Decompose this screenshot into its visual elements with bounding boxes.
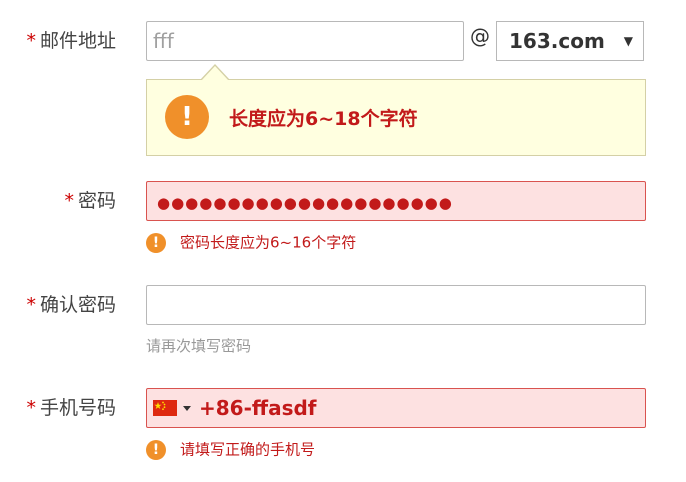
email-domain-select[interactable]: 163.com ▼ xyxy=(496,21,644,61)
phone-field[interactable]: +86-ffasdf xyxy=(146,388,646,428)
password-label: * 密码 xyxy=(64,181,116,221)
phone-error-text: 请填写正确的手机号 xyxy=(180,440,316,459)
required-star: * xyxy=(26,397,36,419)
password-value: ●●●●●●●●●●●●●●●●●●●●● xyxy=(157,194,453,212)
confirm-password-label: * 确认密码 xyxy=(26,285,116,325)
china-flag-icon[interactable] xyxy=(153,400,177,416)
email-tooltip: ! 长度应为6~18个字符 xyxy=(146,79,646,156)
password-label-text: 密码 xyxy=(77,190,116,212)
password-error-text: 密码长度应为6~16个字符 xyxy=(180,233,357,252)
required-star: * xyxy=(26,30,36,52)
phone-value: +86-ffasdf xyxy=(199,396,317,420)
required-star: * xyxy=(64,190,74,212)
email-value: fff xyxy=(153,29,174,53)
required-star: * xyxy=(26,294,36,316)
confirm-password-hint: 请再次填写密码 xyxy=(146,337,252,355)
warning-icon: ! xyxy=(165,95,209,139)
phone-label-text: 手机号码 xyxy=(39,397,116,419)
warning-icon: ! xyxy=(146,232,166,253)
flag-dropdown-icon[interactable] xyxy=(183,406,191,411)
chevron-down-icon: ▼ xyxy=(623,34,633,48)
email-domain-value: 163.com xyxy=(509,29,605,53)
email-field[interactable]: fff xyxy=(146,21,464,61)
email-tooltip-text: 长度应为6~18个字符 xyxy=(229,108,418,130)
password-field[interactable]: ●●●●●●●●●●●●●●●●●●●●● xyxy=(146,181,646,221)
confirm-password-field[interactable] xyxy=(146,285,646,325)
at-sign: @ xyxy=(470,24,490,48)
confirm-password-label-text: 确认密码 xyxy=(39,294,116,316)
tooltip-pointer-fill xyxy=(201,66,229,81)
email-label: * 邮件地址 xyxy=(26,21,116,61)
warning-icon: ! xyxy=(146,439,166,460)
password-error: ! 密码长度应为6~16个字符 xyxy=(146,231,356,254)
phone-label: * 手机号码 xyxy=(26,388,116,428)
phone-error: ! 请填写正确的手机号 xyxy=(146,438,315,461)
email-label-text: 邮件地址 xyxy=(39,30,116,52)
